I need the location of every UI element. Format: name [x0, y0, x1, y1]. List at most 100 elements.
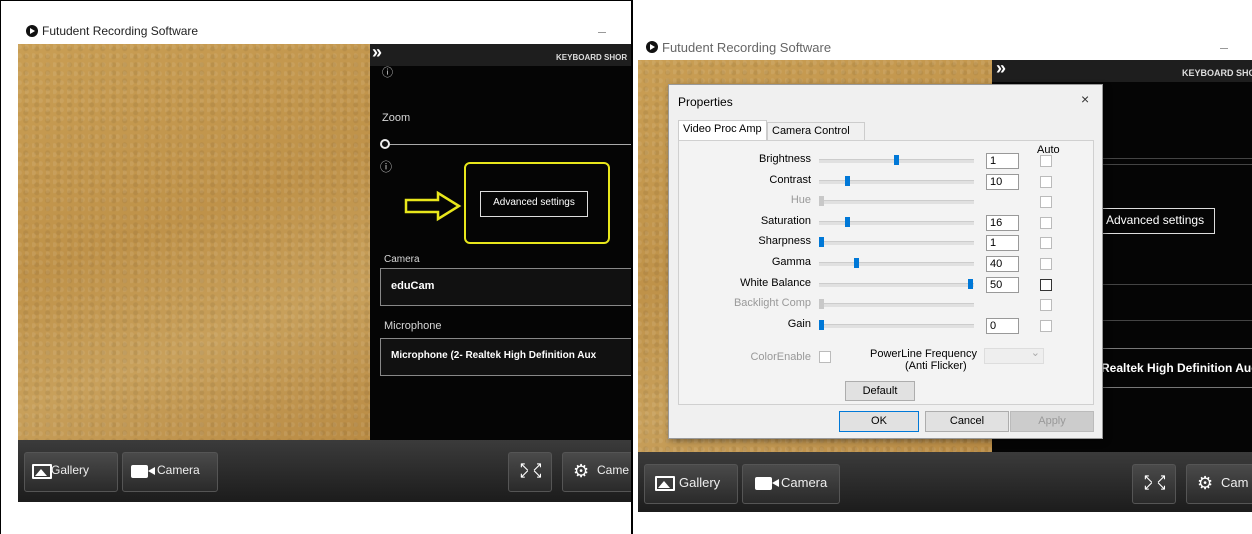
gallery-icon-right: [655, 476, 675, 491]
gamma-slider-thumb[interactable]: [853, 258, 859, 268]
camera-select[interactable]: eduCam: [380, 268, 632, 306]
bottom-toolbar-right: Gallery Camera ↖↗ ↙↘ ⚙ Cam: [638, 452, 1252, 512]
backlight-comp-slider-track: [819, 303, 974, 308]
default-button[interactable]: Default: [845, 381, 915, 401]
color-enable-checkbox[interactable]: [819, 351, 831, 363]
gamma-auto-checkbox[interactable]: [1040, 258, 1052, 270]
camera-icon-right: [755, 477, 779, 490]
camera-preview: [18, 44, 370, 440]
white-balance-slider-track[interactable]: [819, 282, 974, 287]
zoom-slider-knob[interactable]: [380, 139, 390, 149]
gamma-slider-track[interactable]: [819, 262, 974, 266]
backlight-comp-auto-checkbox[interactable]: [1040, 299, 1052, 312]
powerline-frequency-dropdown[interactable]: [984, 346, 1044, 364]
microphone-select-value-right: Realtek High Definition Auc: [1101, 361, 1252, 375]
collapse-chevron-icon[interactable]: »: [372, 42, 382, 63]
camera-button-label-right: Camera: [781, 475, 828, 490]
camera-button-right[interactable]: Camera: [742, 464, 840, 504]
camera-button[interactable]: Camera: [122, 452, 218, 492]
sharpness-slider-thumb[interactable]: [819, 237, 824, 248]
fullscreen-icon: ↖↗ ↙↘: [519, 459, 545, 481]
white-balance-value[interactable]: 50: [986, 276, 1019, 293]
zoom-info-icon: ⓘ: [380, 160, 393, 174]
white-balance-slider-thumb[interactable]: [967, 278, 973, 289]
brightness-slider-thumb[interactable]: [894, 155, 899, 165]
left-screenshot: Futudent Recording Software » KEYBOARD S…: [0, 0, 632, 534]
properties-dialog: Properties × Video Proc Amp Camera Contr…: [668, 84, 1103, 439]
gain-auto-checkbox[interactable]: [1040, 319, 1052, 332]
brightness-label: Brightness: [759, 153, 811, 165]
gallery-icon: [32, 464, 52, 479]
ok-button[interactable]: OK: [839, 411, 919, 432]
fullscreen-button-right[interactable]: ↖↗ ↙↘: [1132, 464, 1176, 504]
contrast-auto-checkbox[interactable]: [1040, 175, 1052, 188]
anti-flicker-label: (Anti Flicker): [905, 360, 967, 372]
app-logo-icon-right: [646, 41, 658, 53]
window-title-right: Futudent Recording Software: [662, 40, 832, 55]
cancel-button[interactable]: Cancel: [925, 411, 1009, 432]
brightness-value[interactable]: 1: [986, 153, 1019, 169]
backlight-comp-label: Backlight Comp: [733, 297, 811, 310]
dialog-title: Properties: [678, 95, 733, 109]
tab-video-proc-amp[interactable]: Video Proc Amp: [678, 120, 767, 140]
separator-line-2: [1092, 164, 1252, 165]
collapse-chevron-icon-right[interactable]: »: [996, 58, 1006, 79]
contrast-label: Contrast: [769, 173, 811, 186]
hue-slider-track: [819, 200, 974, 205]
saturation-slider-track[interactable]: [819, 220, 974, 225]
gallery-button-right[interactable]: Gallery: [644, 464, 738, 504]
bottom-toolbar: Gallery Camera ↖↗ ↙↘ ⚙ Came: [18, 440, 632, 502]
zoom-label: Zoom: [382, 112, 411, 124]
tab-camera-control[interactable]: Camera Control: [767, 122, 865, 140]
camera-settings-button-right[interactable]: ⚙ Cam: [1186, 464, 1252, 504]
contrast-slider-track[interactable]: [819, 179, 974, 184]
advanced-settings-button[interactable]: Advanced settings: [480, 191, 588, 217]
saturation-auto-checkbox[interactable]: [1040, 216, 1052, 229]
saturation-label: Saturation: [760, 214, 811, 227]
dialog-close-button[interactable]: ×: [1081, 91, 1089, 107]
gain-slider-thumb[interactable]: [819, 319, 824, 330]
microphone-select-right[interactable]: Realtek High Definition Auc: [1092, 348, 1252, 388]
title-bar-right: Futudent Recording Software: [638, 36, 1252, 60]
keyboard-shortcuts-link[interactable]: KEYBOARD SHOR: [556, 53, 627, 62]
title-bar: Futudent Recording Software: [18, 20, 632, 44]
separator-line-1: [1092, 158, 1252, 159]
zoom-slider-track[interactable]: [384, 144, 632, 145]
gain-value[interactable]: 0: [986, 317, 1019, 334]
camera-icon: [131, 465, 155, 478]
apply-button[interactable]: Apply: [1010, 411, 1094, 432]
hue-auto-checkbox[interactable]: [1040, 196, 1052, 209]
contrast-value[interactable]: 10: [986, 173, 1019, 190]
backlight-comp-slider-thumb: [819, 299, 824, 310]
minimize-button[interactable]: [598, 32, 606, 33]
camera-settings-button[interactable]: ⚙ Came: [562, 452, 632, 492]
fullscreen-button[interactable]: ↖↗ ↙↘: [508, 452, 552, 492]
sharpness-auto-checkbox[interactable]: [1040, 237, 1052, 250]
saturation-value[interactable]: 16: [986, 214, 1019, 231]
sharpness-slider-track[interactable]: [819, 241, 974, 246]
saturation-slider-thumb[interactable]: [844, 216, 850, 227]
advanced-settings-button-right[interactable]: Advanced settings: [1102, 208, 1215, 234]
gear-icon-right: ⚙: [1197, 473, 1214, 493]
sharpness-value[interactable]: 1: [986, 235, 1019, 252]
microphone-label: Microphone: [384, 320, 442, 332]
settings-panel: » KEYBOARD SHOR ⓘ Zoom ⓘ Advanced settin…: [370, 42, 632, 440]
gallery-button[interactable]: Gallery: [24, 452, 118, 492]
info-icon: ⓘ: [382, 67, 393, 79]
microphone-select-value: Microphone (2- Realtek High Definition A…: [391, 350, 597, 361]
sharpness-label: Sharpness: [758, 235, 811, 248]
white-balance-label: White Balance: [740, 276, 811, 289]
gamma-value[interactable]: 40: [986, 256, 1019, 272]
brightness-auto-checkbox[interactable]: [1040, 155, 1052, 167]
white-balance-auto-checkbox[interactable]: [1040, 278, 1052, 291]
contrast-slider-thumb[interactable]: [844, 175, 850, 186]
gain-slider-track[interactable]: [819, 323, 974, 328]
gamma-label: Gamma: [771, 256, 811, 268]
microphone-select[interactable]: Microphone (2- Realtek High Definition A…: [380, 338, 632, 376]
minimize-button-right[interactable]: [1220, 48, 1228, 49]
powerline-frequency-label: PowerLine Frequency: [870, 348, 978, 360]
window-title: Futudent Recording Software: [42, 24, 199, 38]
keyboard-shortcuts-link-right[interactable]: KEYBOARD SHOR: [1182, 68, 1252, 78]
arrow-pointer-icon: [404, 190, 462, 222]
separator-line-3: [1092, 284, 1252, 285]
